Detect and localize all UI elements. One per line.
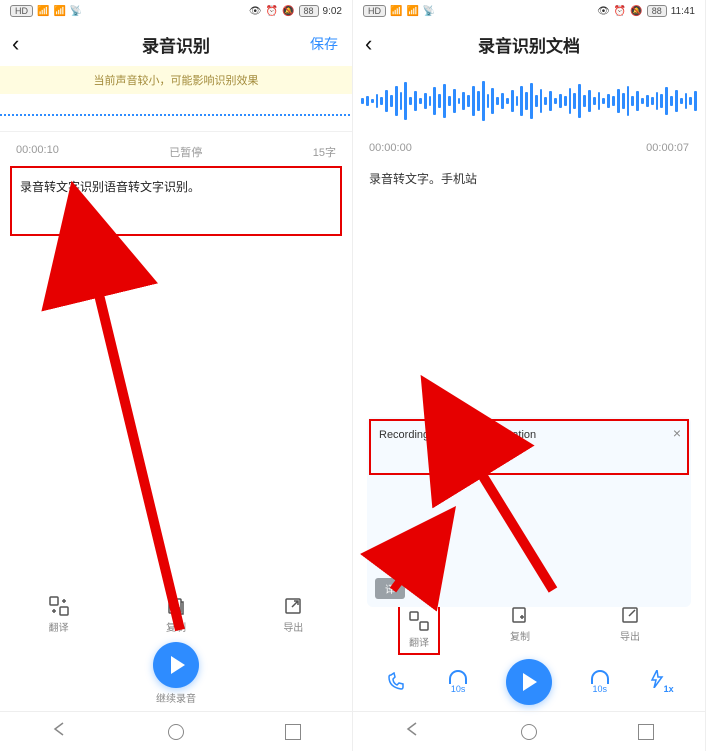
- export-icon: [619, 604, 641, 626]
- translate-pill[interactable]: 译: [375, 578, 405, 599]
- copy-label: 复制: [510, 628, 530, 643]
- transcript-area: 录音转文字识别语音转文字识别。: [0, 166, 352, 587]
- export-button[interactable]: 导出: [600, 604, 660, 655]
- phone-icon[interactable]: [382, 672, 410, 693]
- highlight-box-translation: Recording to text. Mobile station ×: [369, 419, 689, 475]
- nav-home-button[interactable]: [521, 724, 537, 740]
- pause-status: 已暂停: [169, 144, 202, 160]
- battery-badge: 88: [299, 5, 319, 17]
- translate-icon: [48, 595, 70, 617]
- copy-button[interactable]: 复制: [490, 604, 550, 655]
- char-count: 15字: [313, 144, 336, 160]
- waveform[interactable]: [353, 66, 705, 136]
- phone-screen-left: HD 📶 📶 📡 👁 ⏰ 🔕 88 9:02 ‹ 录音识别 保存 当前声音较小，…: [0, 0, 353, 751]
- translate-button-highlighted[interactable]: 翻译: [398, 604, 440, 655]
- page-title: 录音识别文档: [478, 32, 580, 57]
- translation-card: Recording to text. Mobile station × 译: [367, 417, 691, 607]
- phone-screen-right: HD 📶 📶 📡 👁 ⏰ 🔕 88 11:41 ‹ 录音识别文档 00:00:0…: [353, 0, 706, 751]
- translate-label: 翻译: [49, 619, 69, 634]
- play-icon: [171, 656, 185, 674]
- close-icon[interactable]: ×: [673, 425, 681, 441]
- alarm-icon: ⏰: [266, 6, 278, 17]
- translation-text[interactable]: Recording to text. Mobile station: [379, 429, 536, 441]
- speed-label: 1x: [664, 684, 674, 694]
- copy-label: 复制: [166, 619, 186, 634]
- warning-banner: 当前声音较小，可能影响识别效果: [0, 66, 352, 94]
- play-label: 继续录音: [0, 690, 352, 705]
- export-icon: [282, 595, 304, 617]
- export-label: 导出: [283, 619, 303, 634]
- status-bar: HD 📶 📶 📡 👁 ⏰ 🔕 88 9:02: [0, 0, 352, 22]
- wifi-icon: 📡: [423, 6, 435, 17]
- nav-home-button[interactable]: [168, 724, 184, 740]
- mute-icon: 🔕: [630, 6, 642, 17]
- nav-recent-button[interactable]: [285, 724, 301, 740]
- translate-icon: [408, 610, 430, 632]
- signal-icon-2: 📶: [53, 6, 65, 17]
- elapsed-time: 00:00:10: [16, 144, 59, 160]
- copy-button[interactable]: 复制: [146, 595, 206, 634]
- toolbar: 翻译 复制 导出: [353, 600, 705, 655]
- transcript-text[interactable]: 录音转文字识别语音转文字识别。: [20, 180, 200, 194]
- back-button[interactable]: ‹: [365, 31, 372, 57]
- copy-icon: [509, 604, 531, 626]
- page-title: 录音识别: [142, 32, 210, 57]
- start-time: 00:00:00: [369, 142, 412, 154]
- android-nav-bar: [353, 711, 705, 751]
- eye-icon: 👁: [597, 6, 610, 17]
- export-button[interactable]: 导出: [263, 595, 323, 634]
- translate-label: 翻译: [409, 634, 429, 649]
- hd-badge: HD: [363, 5, 386, 17]
- clock-time: 11:41: [671, 6, 695, 17]
- toolbar: 翻译 复制 导出: [0, 587, 352, 636]
- waveform-mini: [0, 98, 352, 132]
- header: ‹ 录音识别 保存: [0, 22, 352, 66]
- rewind-label: 10s: [451, 684, 466, 694]
- copy-icon: [165, 595, 187, 617]
- play-button[interactable]: [506, 659, 552, 705]
- highlight-box: 录音转文字识别语音转文字识别。: [10, 166, 342, 236]
- nav-back-button[interactable]: [404, 721, 420, 742]
- play-button[interactable]: [153, 642, 199, 688]
- status-bar: HD 📶 📶 📡 👁 ⏰ 🔕 88 11:41: [353, 0, 705, 22]
- time-row: 00:00:00 00:00:07: [353, 136, 705, 160]
- transcript-text[interactable]: 录音转文字。手机站: [353, 160, 705, 197]
- export-label: 导出: [620, 628, 640, 643]
- eye-icon: 👁: [249, 6, 262, 17]
- back-button[interactable]: ‹: [12, 31, 19, 57]
- alarm-icon: ⏰: [614, 6, 626, 17]
- save-button[interactable]: 保存: [310, 34, 338, 54]
- header: ‹ 录音识别文档: [353, 22, 705, 66]
- play-icon: [523, 673, 537, 691]
- signal-icon: 📶: [390, 6, 402, 17]
- mute-icon: 🔕: [282, 6, 294, 17]
- wifi-icon: 📡: [70, 6, 82, 17]
- playback-controls: 10s 10s 1x: [353, 655, 705, 711]
- content-area: Recording to text. Mobile station × 译: [353, 197, 705, 600]
- clock-time: 9:02: [323, 6, 342, 17]
- android-nav-bar: [0, 711, 352, 751]
- battery-badge: 88: [647, 5, 667, 17]
- hd-badge: HD: [10, 5, 33, 17]
- forward-label: 10s: [593, 684, 608, 694]
- signal-icon: 📶: [37, 6, 49, 17]
- signal-icon-2: 📶: [406, 6, 418, 17]
- forward-10s-button[interactable]: 10s: [591, 670, 609, 694]
- speed-button[interactable]: 1x: [648, 670, 676, 694]
- translate-button[interactable]: 翻译: [29, 595, 89, 634]
- nav-back-button[interactable]: [51, 721, 67, 742]
- time-status-row: 00:00:10 已暂停 15字: [0, 138, 352, 166]
- nav-recent-button[interactable]: [638, 724, 654, 740]
- end-time: 00:00:07: [646, 142, 689, 154]
- rewind-10s-button[interactable]: 10s: [449, 670, 467, 694]
